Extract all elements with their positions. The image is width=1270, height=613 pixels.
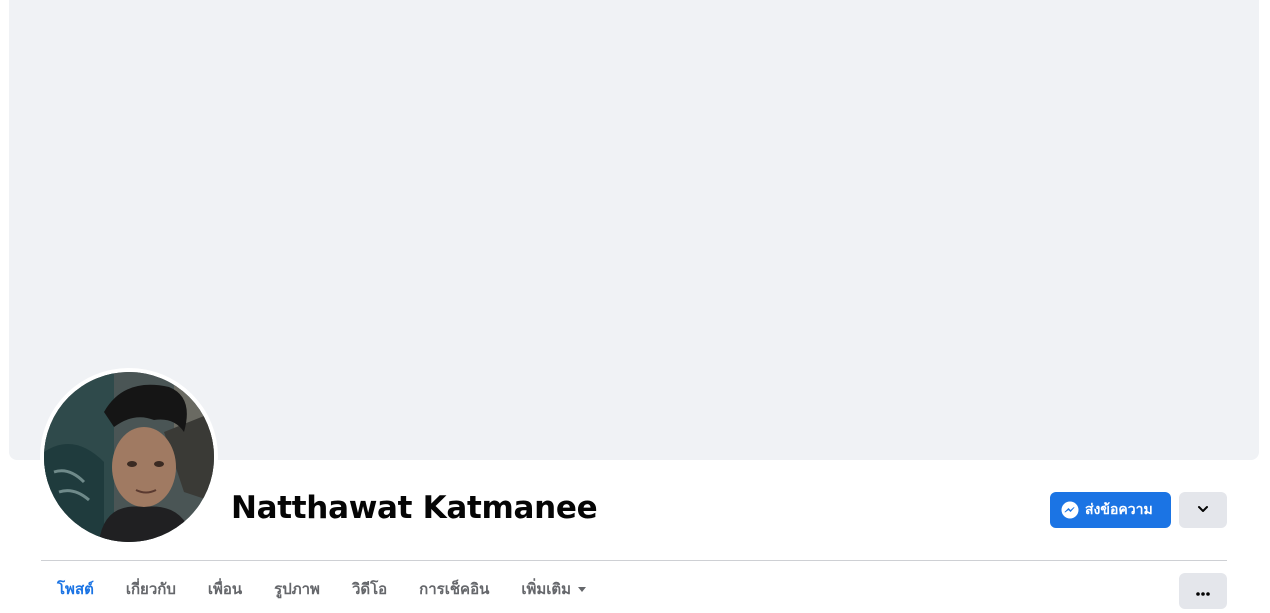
tab-label: รูปภาพ <box>274 580 320 598</box>
tab-friends[interactable]: เพื่อน <box>192 565 258 613</box>
tab-checkins[interactable]: การเช็คอิน <box>403 565 505 613</box>
profile-page: Natthawat Katmanee ส่งข้อความ โพสต์ เกี่… <box>0 0 1270 613</box>
tab-label: การเช็คอิน <box>419 580 490 598</box>
cover-photo[interactable] <box>9 0 1259 460</box>
tab-label: วิดีโอ <box>351 580 388 598</box>
avatar[interactable] <box>44 372 214 542</box>
tab-label: โพสต์ <box>57 580 94 598</box>
tab-videos[interactable]: วิดีโอ <box>336 565 403 613</box>
avatar-image <box>44 372 214 542</box>
tab-posts[interactable]: โพสต์ <box>41 565 110 613</box>
tab-label: เกี่ยวกับ <box>125 580 176 598</box>
profile-tabs: โพสต์ เกี่ยวกับ เพื่อน รูปภาพ วิดีโอ การ… <box>41 565 603 613</box>
tab-more[interactable]: เพิ่มเติม <box>505 565 603 613</box>
chevron-down-icon <box>1196 501 1210 520</box>
send-message-button[interactable]: ส่งข้อความ <box>1050 492 1171 528</box>
caret-down-icon <box>577 584 587 594</box>
messenger-icon <box>1061 501 1079 519</box>
profile-name: Natthawat Katmanee <box>231 490 598 526</box>
avatar-ring <box>40 368 218 546</box>
tab-label: เพื่อน <box>207 580 243 598</box>
tab-photos[interactable]: รูปภาพ <box>258 565 336 613</box>
more-options-button[interactable] <box>1179 573 1227 609</box>
ellipsis-icon <box>1195 582 1211 601</box>
tab-about[interactable]: เกี่ยวกับ <box>110 565 192 613</box>
tab-label: เพิ่มเติม <box>521 580 572 598</box>
header-divider <box>41 560 1227 561</box>
profile-options-button[interactable] <box>1179 492 1227 528</box>
send-message-label: ส่งข้อความ <box>1085 502 1153 518</box>
